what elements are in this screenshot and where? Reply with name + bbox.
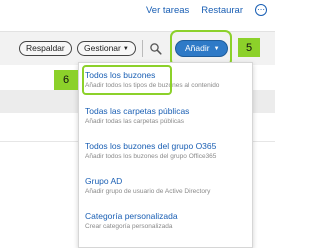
menu-item-all-mailboxes[interactable]: Todos los buzones Añadir todos los tipos… bbox=[85, 70, 250, 90]
top-links: Ver tareas Restaurar ⋯ bbox=[146, 3, 267, 17]
toolbar: Respaldar Gestionar ▼ Añadir ▼ bbox=[0, 32, 275, 65]
add-button-label: Añadir bbox=[185, 43, 210, 53]
caret-down-icon: ▼ bbox=[213, 46, 220, 52]
manage-button-label: Gestionar bbox=[84, 43, 121, 53]
view-tasks-link[interactable]: Ver tareas bbox=[146, 5, 189, 16]
toolbar-separator bbox=[142, 40, 143, 57]
menu-item-label: Todas las carpetas públicas bbox=[85, 106, 190, 116]
manage-dropdown-button[interactable]: Gestionar ▼ bbox=[77, 41, 136, 56]
menu-item-description: Crear categoría personalizada bbox=[85, 223, 173, 230]
menu-item-all-public-folders[interactable]: Todas las carpetas públicas Añadir todas… bbox=[85, 106, 250, 126]
menu-item-description: Añadir todos los tipos de buzones al con… bbox=[85, 82, 220, 89]
step-badge-5: 5 bbox=[238, 38, 260, 57]
menu-item-ad-group[interactable]: Grupo AD Añadir grupo de usuario de Acti… bbox=[85, 176, 250, 196]
step-badge-6: 6 bbox=[54, 70, 78, 90]
menu-item-label: Categoría personalizada bbox=[85, 211, 178, 221]
menu-item-description: Añadir todas las carpetas públicas bbox=[85, 118, 185, 125]
search-icon[interactable] bbox=[149, 42, 163, 56]
menu-item-label: Todos los buzones bbox=[85, 70, 156, 80]
add-button[interactable]: Añadir ▼ bbox=[175, 40, 228, 57]
backup-button[interactable]: Respaldar bbox=[19, 41, 72, 56]
more-horizontal-icon[interactable]: ⋯ bbox=[255, 4, 267, 16]
backup-button-label: Respaldar bbox=[26, 43, 65, 53]
menu-item-label: Grupo AD bbox=[85, 176, 123, 186]
menu-item-description: Añadir grupo de usuario de Active Direct… bbox=[85, 188, 211, 195]
menu-item-custom-category[interactable]: Categoría personalizada Crear categoría … bbox=[85, 211, 250, 231]
caret-down-icon: ▼ bbox=[122, 46, 129, 52]
menu-item-label: Todos los buzones del grupo O365 bbox=[85, 141, 217, 151]
restore-link[interactable]: Restaurar bbox=[201, 5, 243, 16]
add-dropdown-menu: Todos los buzones Añadir todos los tipos… bbox=[78, 62, 253, 248]
menu-item-all-o365-group-mailboxes[interactable]: Todos los buzones del grupo O365 Añadir … bbox=[85, 141, 250, 161]
menu-item-description: Añadir todos los buzones del grupo Offic… bbox=[85, 153, 217, 160]
